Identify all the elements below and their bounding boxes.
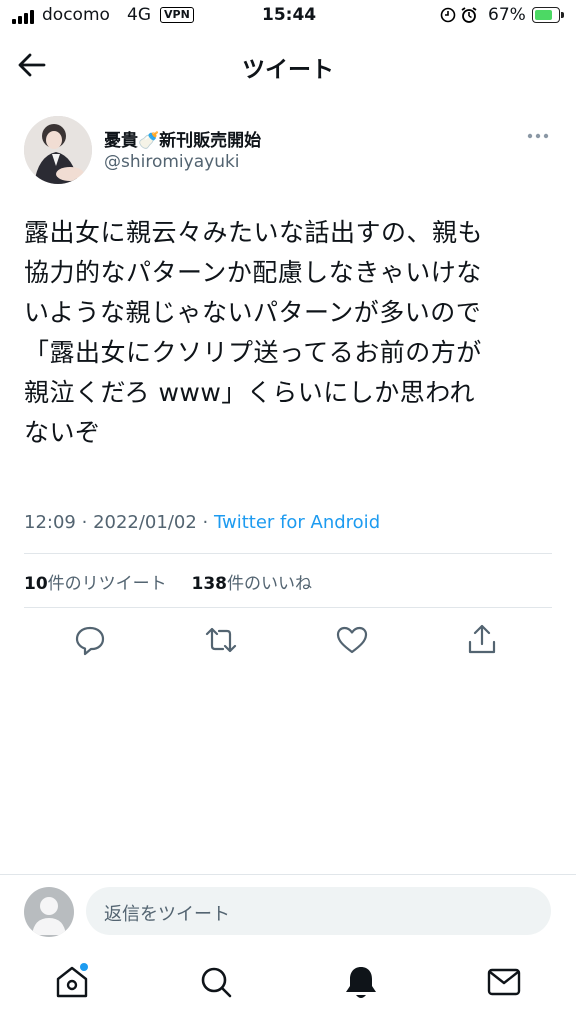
avatar[interactable]: [24, 116, 92, 184]
messages-icon[interactable]: [484, 962, 524, 1002]
author-name[interactable]: 憂貴🍼新刊販売開始: [104, 126, 261, 151]
divider: [24, 553, 552, 554]
retweet-count[interactable]: 10: [24, 574, 48, 594]
tweet-line: 露出女に親云々みたいな話出すの、親も: [24, 218, 484, 247]
search-icon[interactable]: [196, 962, 236, 1002]
notifications-icon[interactable]: [341, 962, 381, 1002]
carrier-label: docomo: [42, 5, 110, 25]
reply-icon[interactable]: [72, 622, 108, 658]
tweet-source-link[interactable]: Twitter for Android: [214, 512, 380, 533]
reply-input[interactable]: 返信をツイート: [86, 887, 551, 935]
status-bar: docomo 4G VPN 15:44 67%: [0, 0, 576, 34]
signal-icon: [12, 8, 34, 24]
like-label[interactable]: 件のいいね: [227, 574, 312, 594]
network-label: 4G: [127, 5, 151, 25]
alarm-icon: [440, 6, 480, 28]
tweet-line: いような親じゃないパターンが多いので: [24, 298, 482, 327]
notification-dot: [80, 963, 88, 971]
tweet-meta: 12:09 · 2022/01/02 · Twitter for Android: [24, 512, 380, 533]
vpn-badge: VPN: [160, 7, 194, 23]
battery-percent: 67%: [488, 5, 526, 25]
tweet-date: 2022/01/02: [93, 512, 197, 533]
tweet-time: 12:09: [24, 512, 76, 533]
retweet-icon[interactable]: [203, 622, 239, 658]
tweet-line: 協力的なパターンか配慮しなきゃいけな: [24, 258, 482, 287]
reply-placeholder: 返信をツイート: [104, 904, 230, 925]
divider: [0, 874, 576, 875]
tweet-line: 親泣くだろ www」くらいにしか思われ: [24, 378, 476, 407]
separator: ·: [81, 512, 94, 533]
like-icon[interactable]: [334, 622, 370, 658]
tweet-line: 「露出女にクソリプ送ってるお前の方が: [24, 338, 482, 367]
divider: [24, 607, 552, 608]
separator: ·: [202, 512, 214, 533]
retweet-label[interactable]: 件のリツイート: [48, 574, 167, 594]
tweet-stats: 10件のリツイート 138件のいいね: [24, 569, 312, 594]
clock: 15:44: [262, 5, 317, 25]
like-count[interactable]: 138: [191, 574, 227, 594]
tweet-text: 露出女に親云々みたいな話出すの、親も 協力的なパターンか配慮しなきゃいけな いよ…: [24, 213, 554, 453]
more-icon[interactable]: [526, 126, 550, 146]
user-avatar[interactable]: [24, 887, 74, 937]
page-title: ツイート: [242, 57, 334, 83]
author-handle[interactable]: @shiromiyayuki: [104, 152, 240, 172]
share-icon[interactable]: [464, 622, 500, 658]
tweet-line: ないぞ: [24, 418, 101, 447]
battery-icon: [532, 7, 564, 23]
